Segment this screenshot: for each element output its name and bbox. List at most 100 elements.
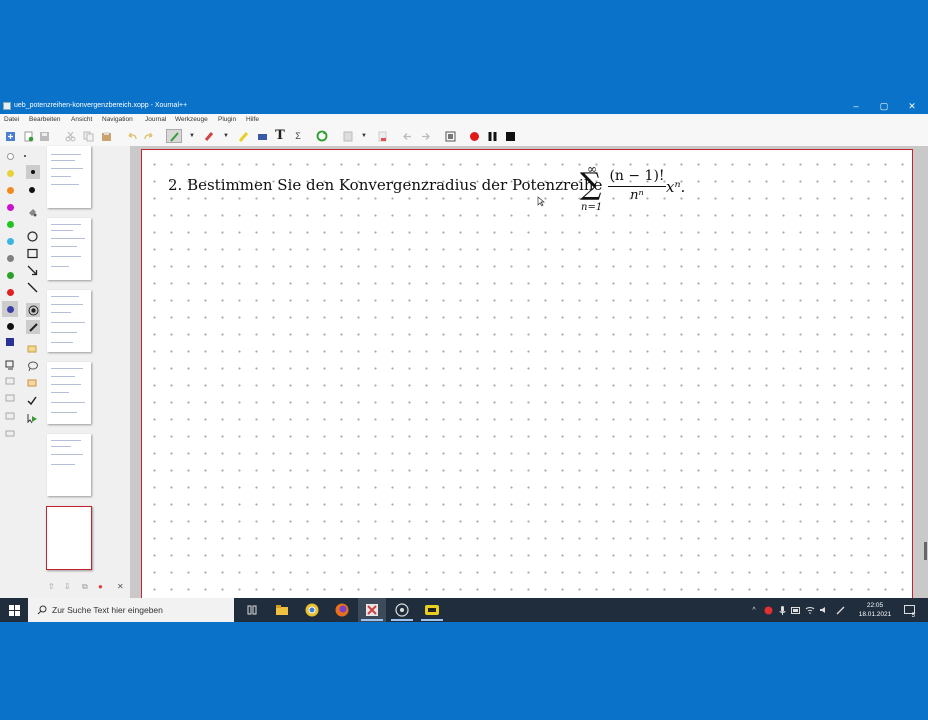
layer-options-icon[interactable] <box>4 427 16 439</box>
app-icon-yellow[interactable] <box>418 598 446 622</box>
color-orange[interactable] <box>4 184 16 196</box>
delete-icon[interactable] <box>376 130 388 142</box>
page-thumbnail[interactable] <box>47 218 91 280</box>
color-darkgreen[interactable] <box>4 269 16 281</box>
maximize-button[interactable]: ▢ <box>870 98 898 114</box>
draw-line-icon[interactable] <box>26 281 38 293</box>
color-red[interactable] <box>4 286 16 298</box>
record-icon[interactable] <box>468 130 480 142</box>
minimize-button[interactable]: – <box>842 98 870 114</box>
pause-icon[interactable] <box>486 130 498 142</box>
file-explorer-icon[interactable] <box>268 598 296 622</box>
notification-center-icon[interactable]: 5 <box>902 598 916 622</box>
color-lightblue[interactable] <box>4 235 16 247</box>
lasso-select-icon[interactable] <box>26 360 38 372</box>
layer-manage-icon[interactable] <box>4 410 16 422</box>
tray-expand-icon[interactable]: ^ <box>748 598 760 622</box>
image-icon[interactable] <box>256 130 268 142</box>
copy-page-icon[interactable]: ⧉ <box>82 582 88 592</box>
undo-icon[interactable] <box>126 130 138 142</box>
fill-icon[interactable] <box>26 206 38 218</box>
text-icon[interactable]: T <box>274 129 286 142</box>
chrome-icon[interactable] <box>298 598 326 622</box>
color-green[interactable] <box>4 218 16 230</box>
volume-icon[interactable] <box>818 598 830 622</box>
play-object-icon[interactable] <box>26 412 38 424</box>
wifi-icon[interactable] <box>804 598 816 622</box>
color-blue-selected[interactable] <box>2 301 18 317</box>
layer-up-icon[interactable] <box>4 375 16 387</box>
menu-hilfe[interactable]: Hilfe <box>246 114 259 126</box>
menu-plugin[interactable]: Plugin <box>218 114 236 126</box>
page-thumbnail[interactable] <box>47 362 91 424</box>
color-white[interactable] <box>4 150 16 162</box>
page-thumbnail[interactable] <box>47 146 91 208</box>
draw-arrow-icon[interactable] <box>26 264 38 276</box>
taskbar-search-box[interactable]: Zur Suche Text hier eingeben <box>28 598 234 622</box>
menu-bearbeiten[interactable]: Bearbeiten <box>29 114 60 126</box>
cut-icon[interactable] <box>64 130 76 142</box>
draw-rectangle-icon[interactable] <box>26 247 38 259</box>
eraser-dropdown-icon[interactable]: ▼ <box>220 130 232 142</box>
move-page-up-icon[interactable]: ⇧ <box>48 582 55 591</box>
select-dropdown-icon[interactable]: ▼ <box>358 130 370 142</box>
task-view-icon[interactable] <box>238 598 266 622</box>
pen-size-fine-icon[interactable] <box>19 150 31 162</box>
highlighter-icon[interactable] <box>237 130 249 142</box>
firefox-icon[interactable] <box>328 598 356 622</box>
redo-icon[interactable] <box>142 130 154 142</box>
xournal-taskbar-icon[interactable] <box>358 598 386 622</box>
menu-datei[interactable]: Datei <box>4 114 19 126</box>
pen-size-medium-icon[interactable] <box>26 165 40 179</box>
new-file-icon[interactable] <box>4 130 16 142</box>
color-gray[interactable] <box>4 252 16 264</box>
menu-ansicht[interactable]: Ansicht <box>71 114 92 126</box>
rect-select-icon[interactable] <box>26 377 38 389</box>
color-magenta[interactable] <box>4 201 16 213</box>
open-file-icon[interactable] <box>22 130 34 142</box>
pen-size-thick-icon[interactable] <box>26 184 38 196</box>
page-thumbnail[interactable] <box>47 290 91 352</box>
custom-color-button[interactable] <box>4 336 16 348</box>
menu-navigation[interactable]: Navigation <box>102 114 133 126</box>
close-button[interactable]: ✕ <box>898 98 926 114</box>
page-thumbnail[interactable] <box>47 434 91 496</box>
save-icon[interactable] <box>38 130 50 142</box>
color-black[interactable] <box>4 320 16 332</box>
menu-werkzeuge[interactable]: Werkzeuge <box>175 114 208 126</box>
document-canvas[interactable]: 2. Bestimmen Sie den Konvergenzradius de… <box>130 146 928 609</box>
eraser-icon[interactable] <box>203 130 215 142</box>
refresh-icon[interactable] <box>316 130 328 142</box>
menu-journal[interactable]: Journal <box>145 114 166 126</box>
tray-microphone-icon[interactable] <box>776 598 788 622</box>
ruler-icon[interactable] <box>26 320 40 334</box>
delete-page-icon[interactable]: ✕ <box>117 582 124 591</box>
copy-icon[interactable] <box>82 130 94 142</box>
vertical-scrollbar[interactable] <box>924 542 927 560</box>
color-yellow[interactable] <box>4 167 16 179</box>
text-select-icon[interactable] <box>26 343 38 355</box>
document-page[interactable]: 2. Bestimmen Sie den Konvergenzradius de… <box>141 149 913 609</box>
back-icon[interactable] <box>401 130 413 142</box>
page-thumbnail-selected[interactable] <box>46 506 92 570</box>
insert-page-icon[interactable]: ● <box>98 582 103 591</box>
system-clock[interactable]: 22:05 18.01.2021 <box>850 601 900 619</box>
draw-circle-icon[interactable] <box>26 230 38 242</box>
tray-app-icon[interactable] <box>762 598 774 622</box>
pen-dropdown-icon[interactable]: ▼ <box>186 130 198 142</box>
select-rect-icon[interactable] <box>342 130 354 142</box>
shape-tool-icon[interactable] <box>4 359 16 371</box>
layer-down-icon[interactable] <box>4 392 16 404</box>
stop-icon[interactable] <box>504 130 516 142</box>
windows-start-icon[interactable] <box>0 598 28 622</box>
pen-icon[interactable] <box>166 129 182 143</box>
obs-icon[interactable] <box>388 598 416 622</box>
battery-icon[interactable] <box>790 598 802 622</box>
forward-icon[interactable] <box>419 130 431 142</box>
object-select-icon[interactable] <box>26 395 38 407</box>
pen-tray-icon[interactable] <box>834 598 846 622</box>
paste-icon[interactable] <box>100 130 112 142</box>
shape-recognizer-icon[interactable] <box>26 303 40 317</box>
move-page-down-icon[interactable]: ⇩ <box>64 582 71 591</box>
fullscreen-icon[interactable] <box>444 130 456 142</box>
